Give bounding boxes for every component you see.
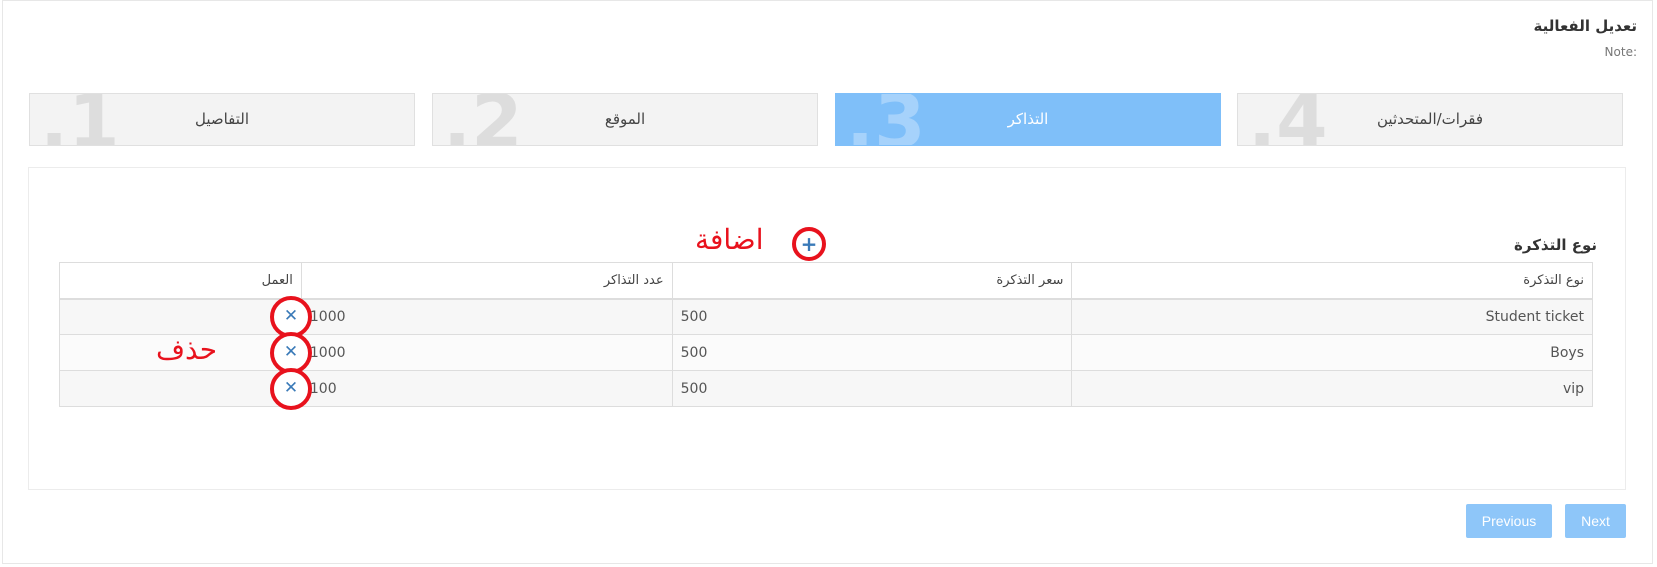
ticket-price-cell: 500: [671, 298, 1073, 335]
ticket-count-cell: 1000: [300, 334, 673, 371]
action-cell: ✕: [59, 367, 312, 410]
step-label: فقرات/المتحدثين: [1377, 110, 1483, 128]
ticket-price-cell: 500: [671, 370, 1073, 407]
section-label: نوع التذكرة: [1514, 236, 1597, 254]
plus-icon[interactable]: +: [792, 227, 826, 261]
table-row: Boys 500 1000 ✕: [59, 331, 1593, 374]
ticket-price-cell: 500: [671, 334, 1073, 371]
add-annotation: اضافة: [695, 223, 764, 256]
column-header-action: العمل: [59, 262, 302, 300]
close-icon[interactable]: ✕: [270, 367, 312, 410]
tickets-table: نوع التذكرة سعر التذكرة عدد التذاكر العم…: [59, 262, 1593, 410]
page-note: :Note: [1604, 45, 1637, 59]
step-tickets[interactable]: .3 التذاكر: [835, 93, 1221, 146]
delete-annotation: حذف: [156, 333, 218, 366]
next-button[interactable]: Next: [1565, 504, 1626, 538]
ticket-type-cell: Boys: [1071, 334, 1593, 371]
ticket-count-cell: 1000: [300, 298, 673, 335]
step-location[interactable]: .2 الموقع: [432, 93, 818, 146]
previous-button[interactable]: Previous: [1466, 504, 1552, 538]
step-speakers[interactable]: .4 فقرات/المتحدثين: [1237, 93, 1623, 146]
table-row: vip 500 100 ✕: [59, 367, 1593, 410]
table-header-row: نوع التذكرة سعر التذكرة عدد التذاكر العم…: [59, 262, 1593, 300]
column-header-count: عدد التذاكر: [300, 262, 673, 300]
action-cell: ✕: [59, 295, 312, 338]
column-header-price: سعر التذكرة: [671, 262, 1073, 300]
step-label: التذاكر: [1007, 110, 1049, 128]
ticket-type-cell: Student ticket: [1071, 298, 1593, 335]
table-row: Student ticket 500 1000 ✕: [59, 295, 1593, 338]
step-label: الموقع: [604, 110, 646, 128]
ticket-count-cell: 100: [300, 370, 673, 407]
column-header-type: نوع التذكرة: [1071, 262, 1593, 300]
ticket-type-cell: vip: [1071, 370, 1593, 407]
page-title: تعديل الفعالية: [1533, 17, 1637, 35]
step-label: التفاصيل: [194, 110, 250, 128]
step-details[interactable]: .1 التفاصيل: [29, 93, 415, 146]
